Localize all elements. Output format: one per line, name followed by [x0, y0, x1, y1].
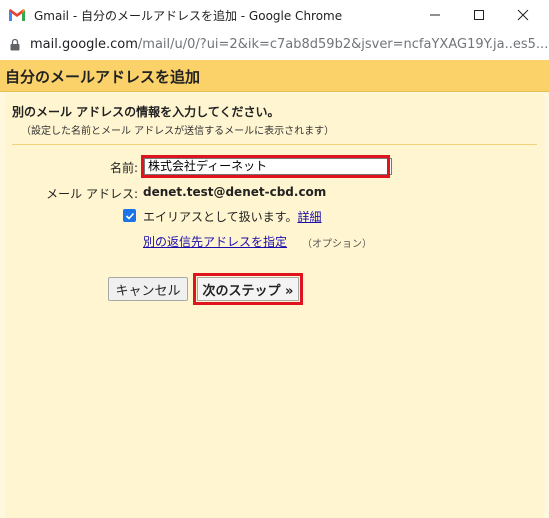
alias-label: エイリアスとして扱います。詳細 — [143, 208, 321, 225]
maximize-button[interactable] — [459, 0, 499, 30]
highlight-name-input — [141, 155, 390, 178]
instruction-text: 別のメール アドレスの情報を入力してください。 — [12, 105, 280, 119]
alias-checkbox[interactable] — [123, 209, 136, 222]
check-icon — [125, 212, 134, 220]
dialog-header: 自分のメールアドレスを追加 — [0, 60, 549, 92]
url-text: mail.google.com/mail/u/0/?ui=2&ik=c7ab8d… — [30, 37, 548, 52]
dialog-title: 自分のメールアドレスを追加 — [5, 68, 201, 86]
minimize-button[interactable] — [415, 0, 455, 30]
reply-to-link[interactable]: 別の返信先アドレスを指定 — [143, 233, 287, 250]
separator — [12, 144, 537, 145]
close-icon — [517, 9, 529, 21]
highlight-next-button — [193, 273, 303, 305]
details-link[interactable]: 詳細 — [297, 210, 321, 224]
window-title: Gmail - 自分のメールアドレスを追加 - Google Chrome — [34, 9, 343, 23]
cancel-button[interactable]: キャンセル — [108, 277, 188, 301]
email-value: denet.test@denet-cbd.com — [143, 185, 327, 199]
optional-note: （オプション） — [302, 239, 372, 250]
lock-icon — [10, 38, 20, 51]
subinstruction-text: （設定した名前とメール アドレスが送信するメールに表示されます） — [21, 126, 335, 137]
name-label: 名前: — [109, 161, 138, 175]
alias-label-text: エイリアスとして扱います。 — [143, 210, 298, 224]
minimize-icon — [430, 14, 440, 16]
email-label: メール アドレス: — [46, 187, 138, 201]
url-domain: mail.google.com — [30, 37, 138, 52]
url-path: /mail/u/0/?ui=2&ik=c7ab8d59b2&jsver=ncfa… — [137, 37, 549, 52]
window-titlebar: Gmail - 自分のメールアドレスを追加 - Google Chrome — [0, 0, 549, 31]
address-bar[interactable]: mail.google.com/mail/u/0/?ui=2&ik=c7ab8d… — [0, 30, 549, 61]
close-button[interactable] — [503, 0, 543, 30]
gmail-icon — [8, 8, 26, 22]
maximize-icon — [474, 10, 484, 20]
